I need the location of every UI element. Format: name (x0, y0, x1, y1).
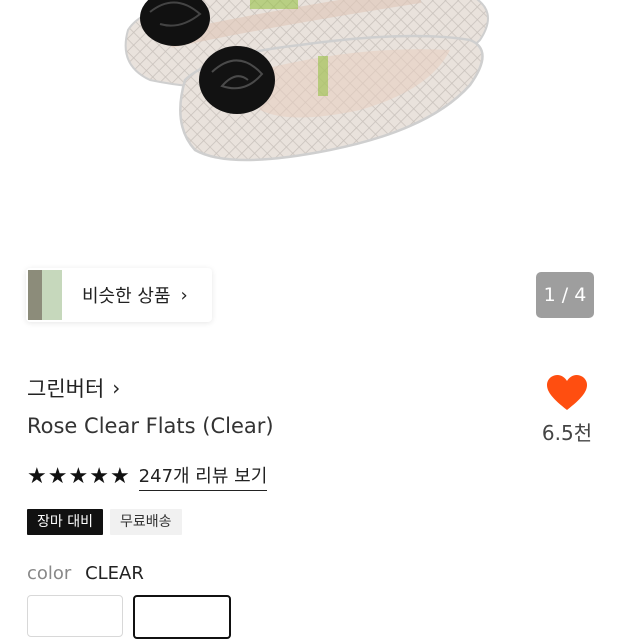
product-title: Rose Clear Flats (Clear) (27, 414, 274, 438)
color-option-selected[interactable] (133, 595, 231, 639)
color-row: color CLEAR (27, 563, 144, 584)
rating-row: ★ ★ ★ ★ ★ 247개 리뷰 보기 (27, 462, 268, 491)
color-option[interactable] (27, 595, 123, 637)
chevron-right-icon: › (180, 284, 188, 306)
chevron-right-icon: › (112, 376, 121, 400)
star-icon: ★ (47, 463, 68, 489)
star-icon: ★ (109, 463, 130, 489)
similar-products-button[interactable]: 비슷한 상품 › (26, 268, 212, 322)
star-icon: ★ (89, 463, 109, 489)
product-image[interactable] (0, 0, 620, 250)
heart-icon (547, 375, 587, 410)
color-value: CLEAR (85, 563, 144, 584)
badge-free-shipping: 무료배송 (109, 509, 182, 535)
shoe-image (124, 0, 489, 162)
reviews-link[interactable]: 247개 리뷰 보기 (138, 462, 268, 491)
star-icon: ★ (27, 463, 47, 489)
color-label: color (27, 563, 72, 584)
rating-stars: ★ ★ ★ ★ ★ (27, 463, 131, 489)
image-pager: 1 / 4 (536, 272, 594, 318)
badge-rainy-season: 장마 대비 (27, 509, 103, 535)
star-icon: ★ (68, 463, 89, 489)
similar-products-label: 비슷한 상품 (82, 286, 171, 307)
brand-name: 그린버터 (27, 377, 105, 401)
brand-link[interactable]: 그린버터 › (27, 373, 120, 403)
like-button[interactable]: 6.5천 (536, 375, 598, 446)
similar-product-thumbnail (28, 270, 62, 320)
badge-list: 장마 대비 무료배송 (27, 509, 189, 535)
like-count: 6.5천 (541, 421, 593, 445)
